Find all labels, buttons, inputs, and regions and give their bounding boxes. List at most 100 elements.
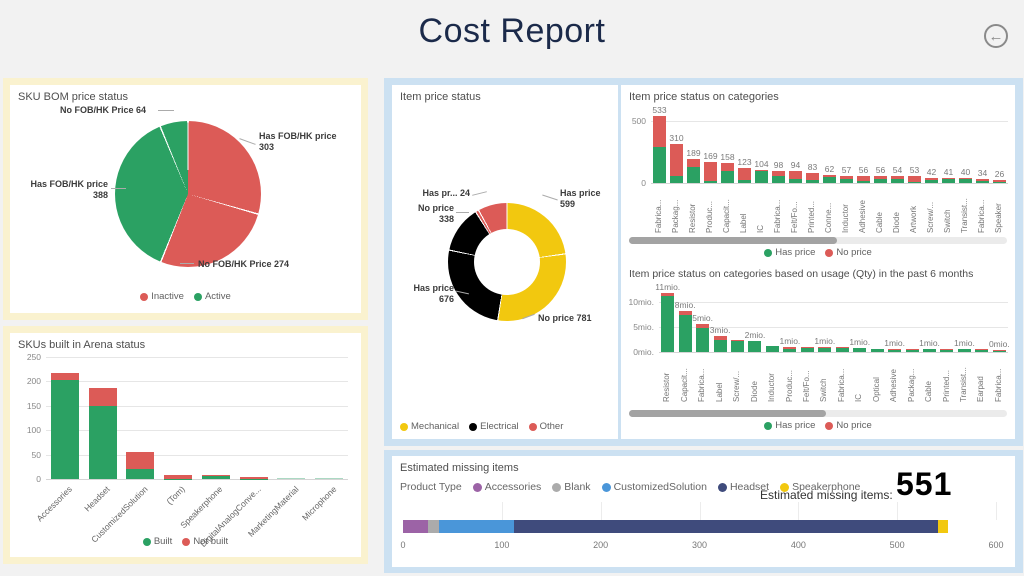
category-label-cell: Speaker	[991, 185, 1008, 235]
bar-ic[interactable]: 104	[753, 159, 770, 183]
bar-label[interactable]: 123	[736, 157, 753, 183]
bar-customizedsolution[interactable]	[122, 452, 160, 479]
legend-dot	[140, 293, 148, 301]
category-label-cell: Fabrica...	[974, 185, 991, 235]
segment-accessories[interactable]	[403, 520, 428, 533]
missing-bar-area	[403, 520, 996, 533]
bar-capacit[interactable]: 158	[719, 152, 736, 183]
bar-segment-yes	[959, 179, 972, 183]
bar-stack	[959, 178, 972, 183]
segment-headset[interactable]	[514, 520, 938, 533]
bar-adhesive[interactable]: 56	[855, 165, 872, 183]
legend-item-no-price[interactable]: No price	[825, 247, 871, 258]
bar-segment-no	[126, 452, 154, 470]
bar-microphone[interactable]	[310, 478, 348, 479]
bar-diode[interactable]: 54	[889, 165, 906, 183]
sku-bom-pie-chart[interactable]	[115, 121, 261, 267]
categories-h-scrollbar[interactable]	[629, 237, 1007, 244]
bar-switch[interactable]: 1mio.	[816, 336, 833, 352]
legend-item-active[interactable]: Active	[194, 291, 231, 302]
bar-cable[interactable]: 56	[872, 165, 889, 183]
bar-ic[interactable]: 1mio.	[851, 337, 868, 353]
bar-segment-yes	[940, 350, 953, 352]
bar-tom[interactable]	[159, 475, 197, 479]
bar-speakerphone[interactable]	[197, 475, 235, 479]
segment-customizedsolution[interactable]	[439, 520, 514, 533]
category-label-cell: Conne...	[821, 185, 838, 235]
scrollbar-thumb[interactable]	[629, 237, 837, 244]
bar-transist[interactable]: 1mio.	[956, 338, 973, 352]
label-leader-line	[158, 110, 174, 111]
bar-accessories[interactable]	[46, 373, 84, 479]
bar-digitalanalogconve[interactable]	[235, 477, 273, 479]
back-button[interactable]: ←	[984, 24, 1008, 48]
bar-segment-yes	[908, 182, 921, 183]
bar-artwork[interactable]: 53	[906, 165, 923, 183]
category-label-cell: Fabrica...	[834, 354, 851, 404]
bar-segment-yes	[836, 348, 849, 352]
bar-fabrica[interactable]: 533	[651, 105, 668, 183]
bar-inductor[interactable]: 57	[838, 165, 855, 183]
bar-feltfo[interactable]: 94	[787, 160, 804, 183]
legend-item-built[interactable]: Built	[143, 536, 172, 547]
bar-label[interactable]: 3mio.	[711, 325, 728, 353]
bar-produc[interactable]: 1mio.	[781, 336, 798, 352]
category-label-cell: Fabrica...	[770, 185, 787, 235]
bar-capacit[interactable]: 8mio.	[676, 300, 693, 353]
bar-switch[interactable]: 41	[940, 167, 957, 183]
bar-conne[interactable]: 62	[821, 164, 838, 183]
category-label-cell: Label	[736, 185, 753, 235]
bar-headset[interactable]	[84, 388, 122, 479]
bar-stack	[783, 347, 796, 352]
legend-dot	[473, 483, 482, 492]
categories-bar-plot[interactable]: 0500533310189169158123104989483625756565…	[651, 113, 1008, 184]
pie-label-no-fob-274: No FOB/HK Price 274	[198, 259, 289, 270]
bar-cable[interactable]: 1mio.	[921, 338, 938, 352]
bar-marketingmaterial[interactable]	[273, 478, 311, 479]
legend-item-blank[interactable]: Blank	[552, 481, 590, 493]
bar-stack	[714, 336, 727, 353]
bar-segment-yes	[871, 349, 884, 352]
bar-value-label: 104	[754, 159, 768, 169]
bar-resistor[interactable]: 11mio.	[659, 282, 676, 352]
bar-printed[interactable]: 83	[804, 162, 821, 183]
bar-resistor[interactable]: 189	[685, 148, 702, 183]
category-label-cell: Screw/...	[923, 185, 940, 235]
bar-transist[interactable]: 40	[957, 167, 974, 183]
bar-fabrica[interactable]: 34	[974, 168, 991, 183]
segment-blank[interactable]	[428, 520, 439, 533]
legend-item-no-price[interactable]: No price	[825, 420, 871, 431]
bar-segment-no	[687, 159, 700, 166]
bar-produc[interactable]: 169	[702, 151, 719, 183]
category-label: Accessories	[34, 484, 73, 523]
category-label: IC	[757, 185, 766, 233]
legend-item-customizedsolution[interactable]: CustomizedSolution	[602, 481, 707, 493]
usage-bar-plot[interactable]: 0mio.5mio.10mio.11mio.8mio.5mio.3mio.2mi…	[659, 288, 1008, 353]
bar-screw[interactable]: 42	[923, 167, 940, 183]
segment-speakerphone[interactable]	[938, 520, 948, 533]
legend-item-has-price[interactable]: Has price	[764, 420, 815, 431]
bar-stack	[721, 163, 734, 183]
y-axis-tick-label: 0mio.	[633, 347, 654, 357]
legend-item-inactive[interactable]: Inactive	[140, 291, 184, 302]
pie-label-has-fob-303: Has FOB/HK price 303	[259, 131, 337, 154]
bar-adhesive[interactable]: 1mio.	[886, 338, 903, 352]
legend-dot	[764, 422, 772, 430]
bar-fabrica[interactable]: 0mio.	[991, 339, 1008, 352]
usage-h-scrollbar[interactable]	[629, 410, 1007, 417]
missing-stacked-bar[interactable]	[403, 520, 996, 533]
legend-item-accessories[interactable]: Accessories	[473, 481, 542, 493]
legend-item-has-price[interactable]: Has price	[764, 247, 815, 258]
bar-diode[interactable]: 2mio.	[746, 330, 763, 353]
item-price-donut-chart[interactable]	[448, 203, 566, 321]
legend-item-other[interactable]: Other	[529, 421, 564, 432]
legend-item-not-built[interactable]: Not built	[182, 536, 228, 547]
bar-packag[interactable]: 310	[668, 133, 685, 183]
scrollbar-thumb[interactable]	[629, 410, 826, 417]
bar-segment-yes	[975, 350, 988, 353]
arena-bar-plot[interactable]: 050100150200250	[46, 357, 348, 480]
bar-speaker[interactable]: 26	[991, 169, 1008, 183]
legend-item-electrical[interactable]: Electrical	[469, 421, 519, 432]
legend-item-mechanical[interactable]: Mechanical	[400, 421, 459, 432]
bar-fabrica[interactable]: 98	[770, 160, 787, 183]
